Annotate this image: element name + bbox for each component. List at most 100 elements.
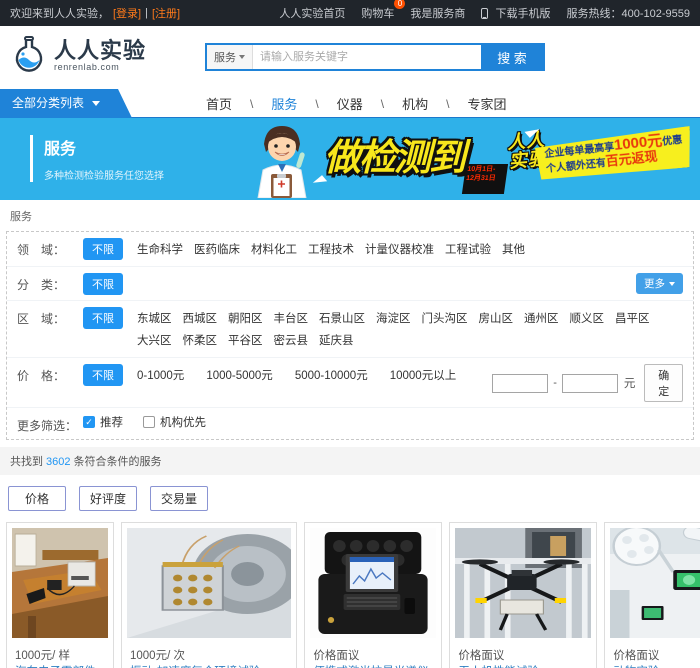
provider-link[interactable]: 我是服务商 bbox=[410, 5, 465, 21]
sort-button[interactable]: 价格 bbox=[8, 486, 66, 511]
region-option[interactable]: 海淀区 bbox=[376, 310, 411, 326]
nav-item-instruments[interactable]: 仪器 bbox=[331, 94, 369, 113]
nav-separator: \ bbox=[238, 97, 265, 111]
register-link[interactable]: [注册] bbox=[152, 5, 180, 21]
mobile-app-link[interactable]: 下载手机版 bbox=[481, 5, 550, 21]
cart-link-label: 购物车 bbox=[361, 8, 394, 20]
price-option[interactable]: 5000-10000元 bbox=[295, 367, 368, 383]
welcome-text: 欢迎来到人人实验， bbox=[10, 5, 109, 21]
login-link[interactable]: [登录] bbox=[113, 5, 141, 21]
domain-option[interactable]: 工程技术 bbox=[308, 241, 354, 257]
region-option[interactable]: 通州区 bbox=[524, 310, 559, 326]
nav-item-experts[interactable]: 专家团 bbox=[461, 94, 512, 113]
region-option[interactable]: 东城区 bbox=[137, 310, 172, 326]
price-range-dash: - bbox=[553, 377, 557, 389]
recommended-checkbox[interactable]: 推荐 bbox=[83, 414, 123, 430]
domain-option[interactable]: 其他 bbox=[502, 241, 525, 257]
nav-item-institutions[interactable]: 机构 bbox=[396, 94, 434, 113]
more-categories-button[interactable]: 更多 bbox=[636, 273, 683, 294]
search-input[interactable] bbox=[253, 45, 481, 69]
filter-row-domain: 领 域： 不限 生命科学医药临床材料化工工程技术计量仪器校准工程试验其他 bbox=[7, 232, 693, 267]
nav-item-services[interactable]: 服务 bbox=[265, 94, 303, 113]
result-count-bar: 共找到3602条符合条件的服务 bbox=[0, 447, 700, 475]
card-title-link[interactable]: 便携式激光拉曼光谱仪 bbox=[305, 664, 441, 668]
sort-button[interactable]: 交易量 bbox=[150, 486, 208, 511]
price-option[interactable]: 1000-5000元 bbox=[206, 367, 273, 383]
topbar-left: 欢迎来到人人实验， [登录] | [注册] bbox=[10, 5, 180, 21]
cart-link[interactable]: 购物车 0 bbox=[361, 5, 394, 21]
institution-first-checkbox[interactable]: 机构优先 bbox=[143, 414, 206, 430]
home-link[interactable]: 人人实验首页 bbox=[279, 5, 345, 21]
filter-label-region: 区 域： bbox=[17, 307, 83, 327]
logo-title: 人人实验 bbox=[54, 40, 146, 62]
logo-text: 人人实验 renrenlab.com bbox=[54, 40, 146, 72]
filter-row-region: 区 域： 不限 东城区西城区朝阳区丰台区石景山区海淀区门头沟区房山区通州区顺义区… bbox=[7, 301, 693, 358]
card-image-animal-lab bbox=[610, 528, 700, 638]
service-card[interactable]: 1000元/ 次 振动-加速度复合环境试验 北京卫星环境工程研究所（机电产...… bbox=[121, 522, 297, 668]
region-option[interactable]: 大兴区 bbox=[137, 332, 172, 348]
doctor-cartoon-image bbox=[242, 122, 322, 198]
region-option[interactable]: 平谷区 bbox=[228, 332, 263, 348]
search-category-dropdown[interactable]: 服务 bbox=[207, 45, 253, 69]
domain-option[interactable]: 医药临床 bbox=[194, 241, 240, 257]
region-options: 东城区西城区朝阳区丰台区石景山区海淀区门头沟区房山区通州区顺义区昌平区大兴区怀柔… bbox=[137, 307, 683, 352]
price-max-input[interactable] bbox=[562, 374, 618, 393]
domain-option[interactable]: 材料化工 bbox=[251, 241, 297, 257]
region-option[interactable]: 密云县 bbox=[274, 332, 309, 348]
price-unlimited-button[interactable]: 不限 bbox=[83, 364, 123, 386]
region-unlimited-button[interactable]: 不限 bbox=[83, 307, 123, 329]
region-option[interactable]: 西城区 bbox=[183, 310, 218, 326]
domain-option[interactable]: 工程试验 bbox=[445, 241, 491, 257]
card-price: 价格面议 bbox=[305, 643, 441, 664]
region-option[interactable]: 丰台区 bbox=[274, 310, 309, 326]
domain-options: 生命科学医药临床材料化工工程技术计量仪器校准工程试验其他 bbox=[137, 238, 683, 261]
region-option[interactable]: 怀柔区 bbox=[183, 332, 218, 348]
domain-option[interactable]: 生命科学 bbox=[137, 241, 183, 257]
nav-separator: \ bbox=[303, 97, 330, 111]
filter-label-more: 更多筛选： bbox=[17, 414, 83, 434]
promo-banner[interactable]: 服务 多种检测检验服务任您选择 做检测到 10月1日- 12月31日 bbox=[0, 118, 700, 200]
login-register-divider: | bbox=[145, 7, 148, 19]
price-confirm-button[interactable]: 确定 bbox=[644, 364, 683, 402]
all-categories-button[interactable]: 全部分类列表 bbox=[0, 89, 132, 118]
filter-row-more: 更多筛选： 推荐 机构优先 bbox=[7, 408, 693, 439]
sort-button[interactable]: 好评度 bbox=[79, 486, 137, 511]
price-option[interactable]: 10000元以上 bbox=[390, 367, 456, 383]
card-title-link[interactable]: 动物实验 bbox=[605, 664, 700, 668]
card-title-link[interactable]: 无人机性能试验 bbox=[450, 664, 596, 668]
cart-badge: 0 bbox=[394, 0, 405, 9]
region-option[interactable]: 房山区 bbox=[479, 310, 514, 326]
logo[interactable]: 人人实验 renrenlab.com bbox=[10, 35, 146, 77]
region-option[interactable]: 石景山区 bbox=[319, 310, 365, 326]
domain-unlimited-button[interactable]: 不限 bbox=[83, 238, 123, 260]
service-card[interactable]: 价格面议 便携式激光拉曼光谱仪 北京赛洛飞拓科技有限公司 北京市昌平区 bbox=[304, 522, 442, 668]
card-title-link[interactable]: 汽车电子零部件道路车辆静电放电产生的电骚扰 bbox=[7, 664, 113, 668]
nav-separator: \ bbox=[434, 97, 461, 111]
card-image-esd-test bbox=[12, 528, 108, 638]
chevron-down-icon bbox=[669, 282, 675, 286]
service-card[interactable]: 1000元/ 样 汽车电子零部件道路车辆静电放电产生的电骚扰 中国计量科学研究院… bbox=[6, 522, 114, 668]
checkbox-unchecked-icon bbox=[143, 416, 155, 428]
search-button[interactable]: 搜 索 bbox=[481, 45, 543, 69]
price-range-group: - 元 确定 bbox=[492, 364, 683, 402]
phone-icon bbox=[481, 8, 488, 19]
search-box: 服务 搜 索 bbox=[205, 43, 545, 71]
region-option[interactable]: 昌平区 bbox=[615, 310, 650, 326]
service-card[interactable]: 价格面议 无人机性能试验 中国电力科学研究院武汉分院 湖北省武汉市洪山区 bbox=[449, 522, 597, 668]
price-option[interactable]: 0-1000元 bbox=[137, 367, 184, 383]
domain-option[interactable]: 计量仪器校准 bbox=[365, 241, 434, 257]
region-option[interactable]: 门头沟区 bbox=[422, 310, 468, 326]
service-card[interactable]: 价格面议 动物实验 北京迈迪思维生物技术有限公司 北京市大兴区 bbox=[604, 522, 700, 668]
flask-logo-icon bbox=[10, 35, 48, 77]
region-option[interactable]: 延庆县 bbox=[319, 332, 354, 348]
banner-heading: 服务 多种检测检验服务任您选择 bbox=[30, 135, 164, 182]
banner-subtitle: 多种检测检验服务任您选择 bbox=[44, 167, 164, 182]
category-unlimited-button[interactable]: 不限 bbox=[83, 273, 123, 295]
card-price: 1000元/ 次 bbox=[122, 643, 296, 664]
banner-title: 服务 bbox=[44, 135, 164, 159]
region-option[interactable]: 顺义区 bbox=[570, 310, 605, 326]
card-title-link[interactable]: 振动-加速度复合环境试验 bbox=[122, 664, 296, 668]
nav-item-home[interactable]: 首页 bbox=[200, 94, 238, 113]
price-min-input[interactable] bbox=[492, 374, 548, 393]
region-option[interactable]: 朝阳区 bbox=[228, 310, 263, 326]
